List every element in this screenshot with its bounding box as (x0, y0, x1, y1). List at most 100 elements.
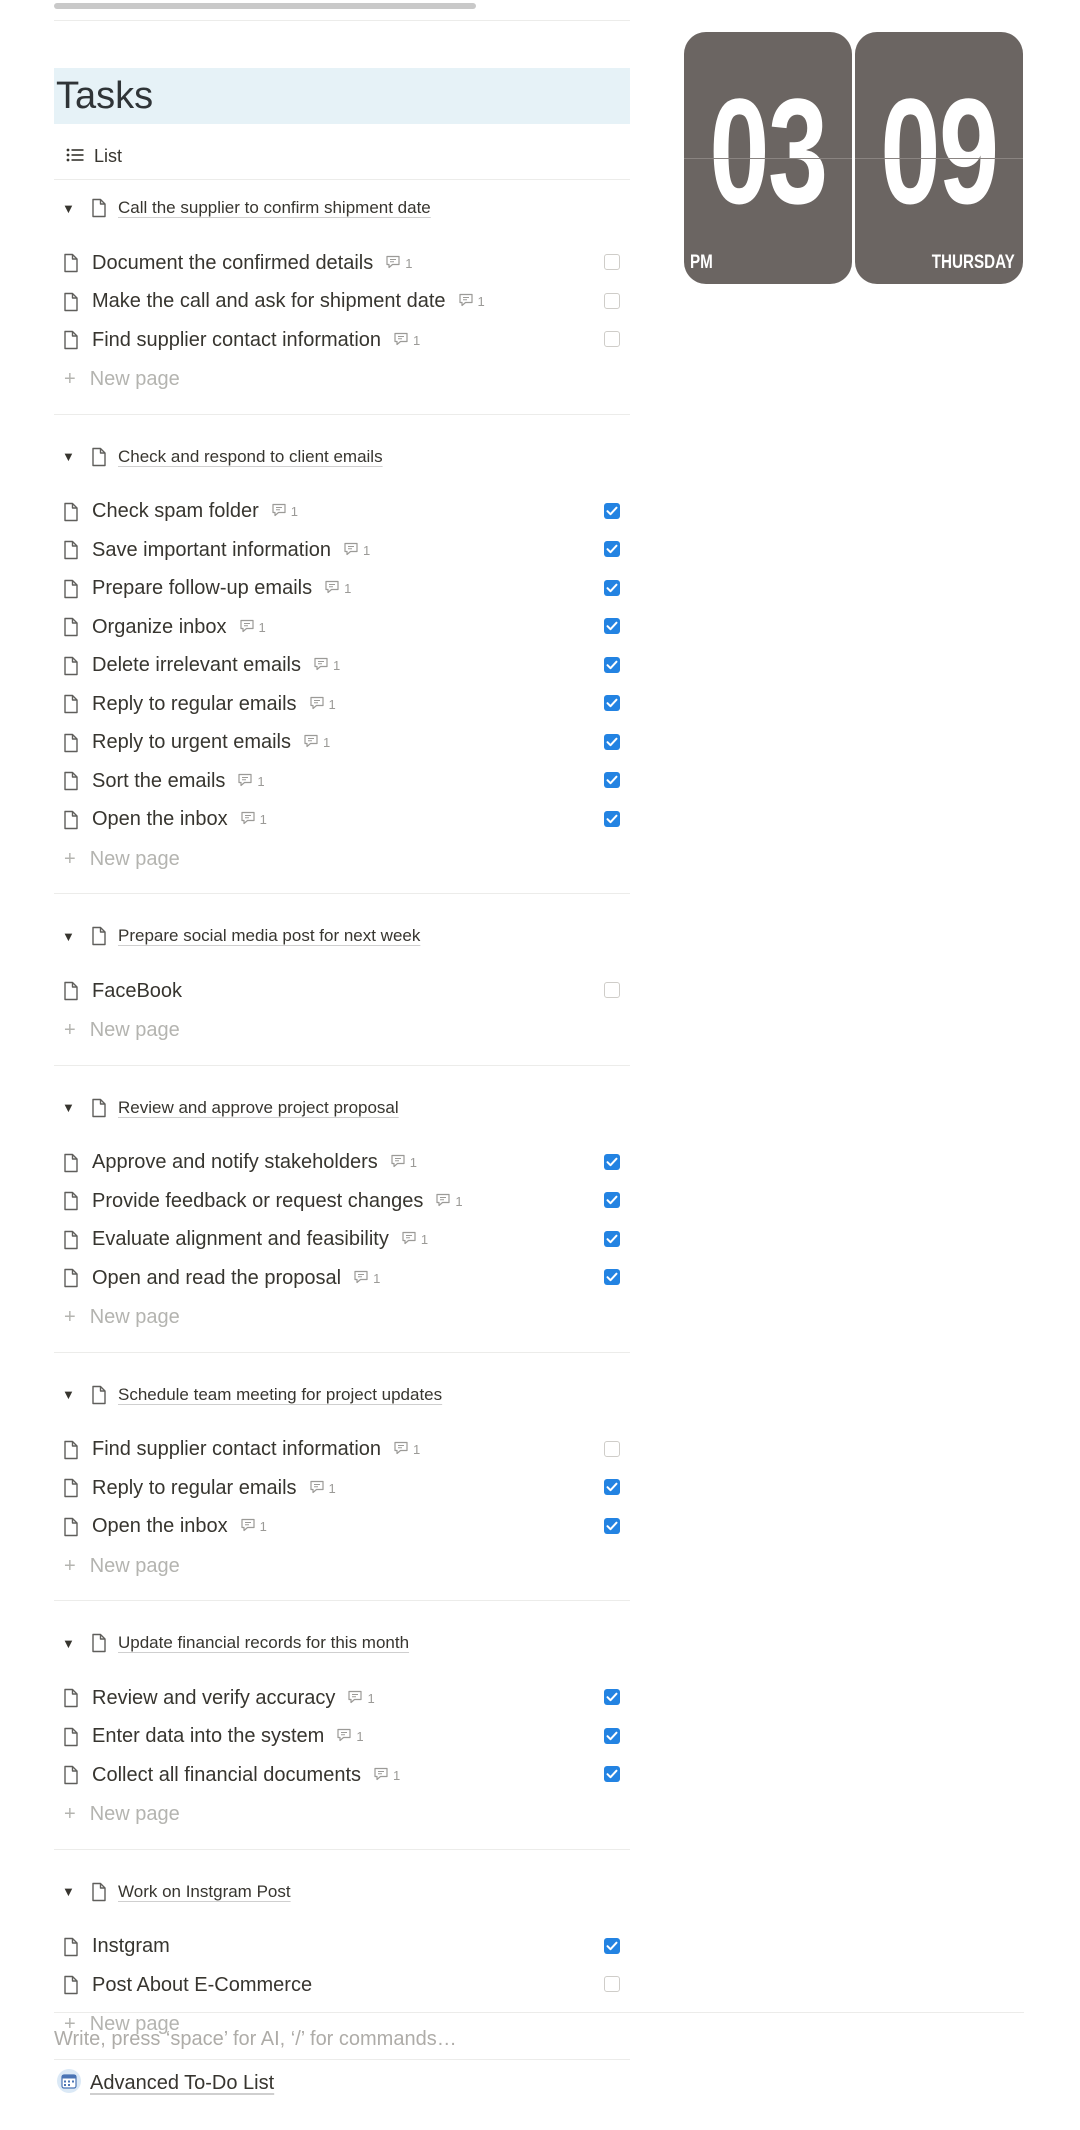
task-row[interactable]: Find supplier contact information 1 (54, 321, 630, 360)
done-checkbox-checked[interactable] (604, 1153, 620, 1170)
done-checkbox[interactable] (604, 292, 620, 309)
group-title[interactable]: Check and respond to client emails (118, 447, 383, 467)
done-checkbox-checked[interactable] (604, 502, 620, 519)
group-title[interactable]: Prepare social media post for next week (118, 926, 420, 946)
database-title[interactable]: Tasks (56, 75, 153, 118)
task-row[interactable]: Instgram (54, 1928, 630, 1967)
comment-count[interactable]: 1 (435, 1193, 463, 1210)
task-row[interactable]: Make the call and ask for shipment date 1 (54, 283, 630, 322)
group-title[interactable]: Schedule team meeting for project update… (118, 1385, 442, 1405)
task-row[interactable]: Review and verify accuracy 1 (54, 1679, 630, 1718)
new-page-button[interactable]: + New page (54, 1546, 630, 1586)
new-page-button[interactable]: + New page (54, 1298, 630, 1338)
task-row[interactable]: Delete irrelevant emails 1 (54, 647, 630, 686)
comment-count[interactable]: 1 (385, 255, 412, 272)
task-row[interactable]: Provide feedback or request changes 1 (54, 1182, 630, 1221)
new-page-button[interactable]: + New page (54, 360, 630, 400)
task-row[interactable]: Document the confirmed details 1 (54, 244, 630, 283)
done-checkbox-checked[interactable] (604, 1192, 620, 1208)
collapse-caret-icon[interactable]: ▼ (62, 449, 75, 464)
task-row[interactable]: Approve and notify stakeholders 1 (54, 1144, 630, 1183)
block-composer-placeholder[interactable]: Write, press ‘space’ for AI, ‘/’ for com… (54, 2028, 457, 2051)
task-row[interactable]: Sort the emails 1 (54, 762, 630, 801)
new-page-label: New page (89, 1803, 180, 1825)
new-page-button[interactable]: + New page (54, 839, 630, 879)
comment-count[interactable]: 1 (336, 1728, 364, 1745)
collapse-caret-icon[interactable]: ▼ (62, 929, 75, 944)
collapse-caret-icon[interactable]: ▼ (62, 1100, 75, 1115)
comment-count[interactable]: 1 (313, 657, 340, 674)
comment-count[interactable]: 1 (324, 580, 351, 597)
comment-count[interactable]: 1 (309, 1480, 336, 1497)
comment-count[interactable]: 1 (343, 542, 370, 559)
task-row[interactable]: Prepare follow-up emails 1 (54, 570, 630, 609)
comment-count[interactable]: 1 (239, 619, 266, 636)
done-checkbox[interactable] (604, 1976, 620, 1992)
comment-count[interactable]: 1 (458, 293, 485, 310)
view-tab-list[interactable]: List (66, 146, 122, 167)
done-checkbox-checked[interactable] (604, 1479, 620, 1495)
done-checkbox[interactable] (604, 331, 620, 347)
done-checkbox-checked[interactable] (604, 1517, 620, 1534)
task-row[interactable]: Evaluate alignment and feasibility 1 (54, 1221, 630, 1260)
comment-count[interactable]: 1 (237, 773, 265, 790)
comment-count[interactable]: 1 (390, 1154, 417, 1171)
task-row[interactable]: Collect all financial documents 1 (54, 1756, 630, 1795)
new-page-button[interactable]: + New page (54, 1011, 630, 1051)
comment-count[interactable]: 1 (393, 332, 420, 349)
collapse-caret-icon[interactable]: ▼ (62, 201, 75, 216)
task-row[interactable]: Save important information 1 (54, 531, 630, 570)
task-row[interactable]: Open the inbox 1 (54, 1508, 630, 1547)
task-row[interactable]: Open and read the proposal 1 (54, 1259, 630, 1298)
task-row[interactable]: Enter data into the system 1 (54, 1718, 630, 1757)
done-checkbox-checked[interactable] (604, 772, 620, 788)
group-title[interactable]: Call the supplier to confirm shipment da… (118, 198, 431, 218)
comment-icon (393, 1441, 409, 1458)
done-checkbox-checked[interactable] (604, 733, 620, 750)
comment-count[interactable]: 1 (347, 1690, 375, 1707)
done-checkbox-checked[interactable] (604, 541, 620, 557)
collapse-caret-icon[interactable]: ▼ (62, 1884, 75, 1899)
group-title[interactable]: Update financial records for this month (118, 1633, 409, 1653)
collapse-caret-icon[interactable]: ▼ (62, 1636, 75, 1651)
task-row[interactable]: Reply to regular emails 1 (54, 1469, 630, 1508)
task-row[interactable]: Organize inbox 1 (54, 608, 630, 647)
task-row[interactable]: FaceBook (54, 972, 630, 1011)
task-row[interactable]: Post About E-Commerce (54, 1966, 630, 2005)
group-title[interactable]: Review and approve project proposal (118, 1098, 399, 1118)
done-checkbox-checked[interactable] (604, 1727, 620, 1744)
done-checkbox-checked[interactable] (604, 1230, 620, 1247)
done-checkbox-checked[interactable] (604, 1689, 620, 1705)
comment-count[interactable]: 1 (309, 696, 336, 713)
comment-count[interactable]: 1 (401, 1231, 428, 1248)
comment-count[interactable]: 1 (303, 734, 330, 751)
done-checkbox[interactable] (604, 254, 620, 270)
comment-count[interactable]: 1 (393, 1441, 420, 1458)
comment-count[interactable]: 1 (353, 1270, 380, 1287)
done-checkbox[interactable] (604, 982, 620, 998)
done-checkbox-checked[interactable] (604, 656, 620, 673)
linked-page-advanced-todo[interactable]: Advanced To-Do List (56, 2068, 274, 2099)
done-checkbox-checked[interactable] (604, 1766, 620, 1782)
done-checkbox-checked[interactable] (604, 695, 620, 711)
done-checkbox-checked[interactable] (604, 810, 620, 827)
horizontal-scrollbar[interactable] (54, 3, 476, 9)
comment-count[interactable]: 1 (240, 811, 267, 828)
done-checkbox-checked[interactable] (604, 579, 620, 596)
new-page-button[interactable]: + New page (54, 1795, 630, 1835)
done-checkbox-checked[interactable] (604, 618, 620, 634)
collapse-caret-icon[interactable]: ▼ (62, 1387, 75, 1402)
done-checkbox-checked[interactable] (604, 1269, 620, 1285)
task-row[interactable]: Check spam folder 1 (54, 493, 630, 532)
page-icon (60, 500, 82, 524)
group-title[interactable]: Work on Instgram Post (118, 1882, 291, 1902)
task-row[interactable]: Reply to regular emails 1 (54, 685, 630, 724)
comment-count[interactable]: 1 (373, 1767, 400, 1784)
comment-count[interactable]: 1 (271, 503, 298, 520)
task-row[interactable]: Reply to urgent emails 1 (54, 724, 630, 763)
done-checkbox-checked[interactable] (604, 1937, 620, 1954)
done-checkbox[interactable] (604, 1440, 620, 1457)
task-row[interactable]: Find supplier contact information 1 (54, 1431, 630, 1470)
task-row[interactable]: Open the inbox 1 (54, 801, 630, 840)
comment-count[interactable]: 1 (240, 1518, 267, 1535)
